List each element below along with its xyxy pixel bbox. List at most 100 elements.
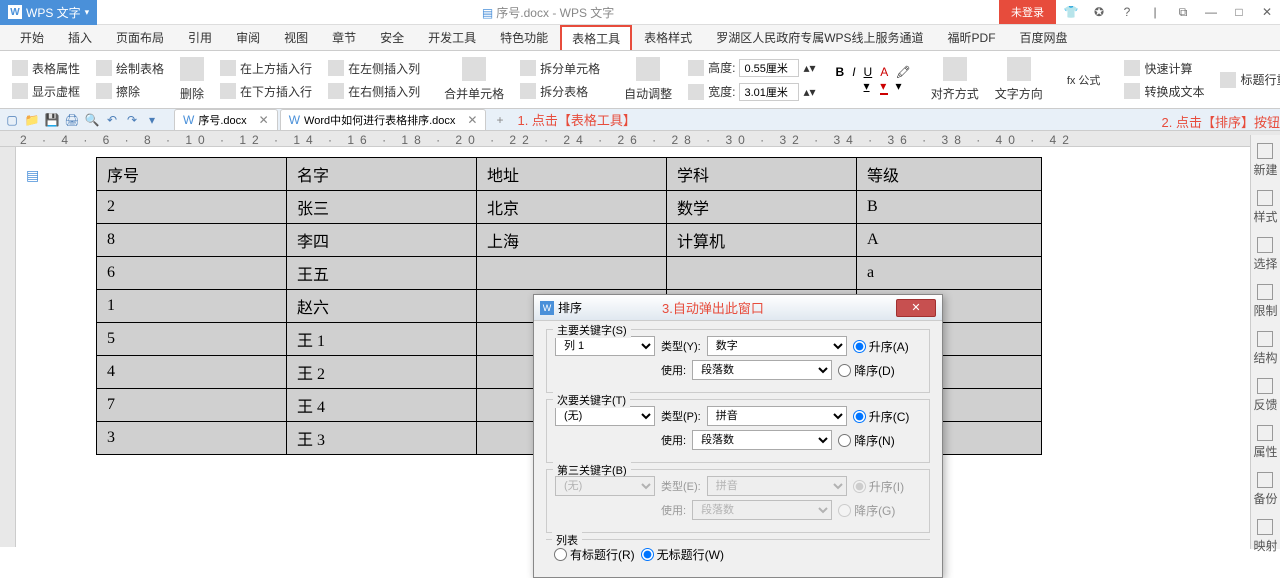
split-cell[interactable]: 拆分单元格	[516, 58, 604, 79]
tab-插入[interactable]: 插入	[56, 24, 104, 51]
print-icon[interactable]: 🖨	[64, 112, 80, 128]
convert-text[interactable]: 转换成文本	[1120, 81, 1208, 102]
login-button[interactable]: 未登录	[999, 0, 1056, 24]
table-cell[interactable]: 北京	[477, 191, 667, 224]
tab-开发工具[interactable]: 开发工具	[416, 24, 488, 51]
close-icon[interactable]: ✕	[1254, 1, 1280, 23]
sidebar-item[interactable]: 备份	[1253, 472, 1277, 507]
table-cell[interactable]: 张三	[287, 191, 477, 224]
tab-福昕PDF[interactable]: 福昕PDF	[936, 24, 1008, 51]
table-cell[interactable]: 王 1	[287, 323, 477, 356]
sidebar-item[interactable]: 限制	[1253, 284, 1277, 319]
sidebar-item[interactable]: 样式	[1253, 190, 1277, 225]
table-cell[interactable]: 王 2	[287, 356, 477, 389]
doc-tab[interactable]: W 序号.docx ✕	[174, 109, 278, 131]
font-color-button[interactable]: A ▾	[880, 65, 887, 95]
insert-below[interactable]: 在下方插入行	[216, 81, 316, 102]
quick-calc[interactable]: 快速计算	[1120, 58, 1208, 79]
table-cell[interactable]: 7	[97, 389, 287, 422]
table-cell[interactable]: 赵六	[287, 290, 477, 323]
formula[interactable]: fx 公式	[1063, 70, 1105, 90]
underline-button[interactable]: U ▾	[864, 65, 873, 95]
sidebar-item[interactable]: 属性	[1253, 425, 1277, 460]
secondary-desc-radio[interactable]: 降序(N)	[838, 432, 895, 449]
primary-asc-radio[interactable]: 升序(A)	[853, 338, 909, 355]
tab-表格工具[interactable]: 表格工具	[560, 25, 632, 50]
secondary-key-select[interactable]: (无)	[555, 406, 655, 426]
tab-引用[interactable]: 引用	[176, 24, 224, 51]
erase[interactable]: 擦除	[92, 81, 168, 102]
tab-章节[interactable]: 章节	[320, 24, 368, 51]
table-cell[interactable]: 李四	[287, 224, 477, 257]
tab-罗湖区人民政府专属WPS线上服务通道[interactable]: 罗湖区人民政府专属WPS线上服务通道	[704, 24, 935, 51]
table-cell[interactable]: 王 3	[287, 422, 477, 455]
auto-adjust[interactable]: 自动调整	[620, 55, 676, 104]
bold-button[interactable]: B	[836, 65, 845, 95]
spinner-icon[interactable]: ▴▾	[803, 61, 815, 75]
spinner-icon[interactable]: ▴▾	[803, 85, 815, 99]
width-input[interactable]	[739, 83, 799, 101]
minimize-icon[interactable]: —	[1198, 1, 1224, 23]
table-cell[interactable]: a	[857, 257, 1042, 290]
doc-tab[interactable]: W Word中如何进行表格排序.docx ✕	[280, 109, 487, 131]
table-cell[interactable]	[667, 257, 857, 290]
sidebar-item[interactable]: 新建	[1253, 143, 1277, 178]
table-header[interactable]: 学科	[667, 158, 857, 191]
shirt-icon[interactable]: 👕	[1058, 1, 1084, 23]
highlight-button[interactable]: 🖍 ▾	[896, 65, 911, 95]
table-header[interactable]: 地址	[477, 158, 667, 191]
show-borders[interactable]: 显示虚框	[8, 81, 84, 102]
insert-right[interactable]: 在右侧插入列	[324, 81, 424, 102]
table-cell[interactable]: A	[857, 224, 1042, 257]
dialog-close-button[interactable]: ✕	[896, 299, 936, 317]
more-icon[interactable]: ▾	[144, 112, 160, 128]
table-cell[interactable]: 8	[97, 224, 287, 257]
sidebar-item[interactable]: 结构	[1253, 331, 1277, 366]
tab-表格样式[interactable]: 表格样式	[632, 24, 704, 51]
table-header[interactable]: 名字	[287, 158, 477, 191]
save-icon[interactable]: 💾	[44, 112, 60, 128]
split-table[interactable]: 拆分表格	[516, 81, 604, 102]
table-cell[interactable]: 1	[97, 290, 287, 323]
restore-icon[interactable]: ⧉	[1170, 1, 1196, 23]
tab-百度网盘[interactable]: 百度网盘	[1008, 24, 1080, 51]
height-input[interactable]	[739, 59, 799, 77]
primary-use-select[interactable]: 段落数	[692, 360, 832, 380]
table-cell[interactable]: 5	[97, 323, 287, 356]
table-cell[interactable]: 6	[97, 257, 287, 290]
tab-开始[interactable]: 开始	[8, 24, 56, 51]
table-cell[interactable]: 王五	[287, 257, 477, 290]
secondary-asc-radio[interactable]: 升序(C)	[853, 408, 910, 425]
primary-type-select[interactable]: 数字	[707, 336, 847, 356]
open-icon[interactable]: 📁	[24, 112, 40, 128]
insert-above[interactable]: 在上方插入行	[216, 58, 316, 79]
delete[interactable]: 删除	[176, 55, 208, 104]
dropdown-icon[interactable]: ▾	[85, 7, 90, 18]
new-icon[interactable]: ▢	[4, 112, 20, 128]
add-tab-icon[interactable]: +	[496, 113, 503, 127]
text-direction[interactable]: 文字方向	[991, 55, 1047, 104]
table-cell[interactable]	[477, 257, 667, 290]
dialog-titlebar[interactable]: W 排序 3.自动弹出此窗口 ✕	[534, 295, 942, 321]
tab-安全[interactable]: 安全	[368, 24, 416, 51]
table-cell[interactable]: 4	[97, 356, 287, 389]
secondary-type-select[interactable]: 拼音	[707, 406, 847, 426]
preview-icon[interactable]: 🔍	[84, 112, 100, 128]
tab-视图[interactable]: 视图	[272, 24, 320, 51]
wechat-icon[interactable]: ✪	[1086, 1, 1112, 23]
title-repeat[interactable]: 标题行重复	[1216, 69, 1280, 90]
draw-table[interactable]: 绘制表格	[92, 58, 168, 79]
align[interactable]: 对齐方式	[927, 55, 983, 104]
close-tab-icon[interactable]: ✕	[467, 113, 477, 127]
close-tab-icon[interactable]: ✕	[259, 113, 269, 127]
table-cell[interactable]: B	[857, 191, 1042, 224]
maximize-icon[interactable]: □	[1226, 1, 1252, 23]
tab-审阅[interactable]: 审阅	[224, 24, 272, 51]
tab-页面布局[interactable]: 页面布局	[104, 24, 176, 51]
insert-left[interactable]: 在左侧插入列	[324, 58, 424, 79]
sidebar-item[interactable]: 选择	[1253, 237, 1277, 272]
primary-key-select[interactable]: 列 1	[555, 336, 655, 356]
table-cell[interactable]: 2	[97, 191, 287, 224]
table-cell[interactable]: 上海	[477, 224, 667, 257]
primary-desc-radio[interactable]: 降序(D)	[838, 362, 895, 379]
